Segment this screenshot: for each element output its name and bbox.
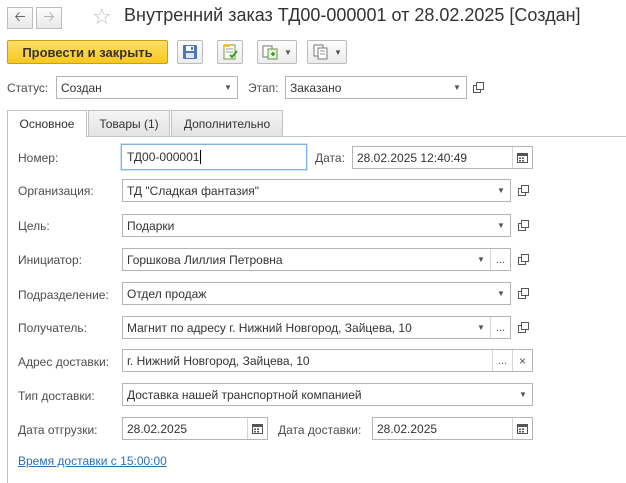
- delivery-date-value: 28.02.2025: [377, 421, 438, 436]
- print-forms-icon: [313, 44, 328, 60]
- date-value: 28.02.2025 12:40:49: [357, 150, 468, 165]
- department-label: Подразделение:: [18, 288, 109, 302]
- goal-value: Подарки: [127, 218, 175, 233]
- date-input[interactable]: 28.02.2025 12:40:49: [352, 146, 533, 169]
- delivery-type-value: Доставка нашей транспортной компанией: [127, 387, 362, 402]
- chevron-down-icon[interactable]: ▼: [448, 77, 466, 98]
- stage-value: Заказано: [290, 80, 342, 95]
- arrow-right-icon: 🡢: [43, 8, 55, 24]
- close-icon: ×: [518, 353, 526, 368]
- open-window-icon: [472, 81, 484, 93]
- chevron-down-icon[interactable]: ▼: [514, 384, 532, 405]
- delivery-address-label: Адрес доставки:: [18, 355, 110, 369]
- forward-button[interactable]: 🡢: [36, 7, 62, 29]
- recipient-select[interactable]: Магнит по адресу г. Нижний Новгород, Зай…: [122, 316, 511, 339]
- initiator-select[interactable]: Горшкова Лиллия Петровна ▼ ...: [122, 248, 511, 271]
- organization-select[interactable]: ТД "Сладкая фантазия" ▼: [122, 179, 511, 202]
- open-goal-button[interactable]: [514, 216, 532, 234]
- delivery-date-label: Дата доставки:: [278, 423, 362, 437]
- open-stage-button[interactable]: [469, 78, 487, 96]
- stage-select[interactable]: Заказано ▼: [285, 76, 467, 99]
- select-more-button[interactable]: ...: [490, 317, 510, 338]
- recipient-value: Магнит по адресу г. Нижний Новгород, Зай…: [127, 320, 412, 335]
- number-label: Номер:: [18, 151, 59, 165]
- number-input[interactable]: ТД00-000001: [121, 144, 307, 170]
- window-title: Внутренний заказ ТД00-000001 от 28.02.20…: [124, 5, 581, 25]
- initiator-label: Инициатор:: [18, 253, 82, 267]
- calendar-button[interactable]: [247, 418, 267, 439]
- goal-select[interactable]: Подарки ▼: [122, 214, 511, 237]
- delivery-date-input[interactable]: 28.02.2025: [372, 417, 533, 440]
- open-window-icon: [517, 184, 529, 196]
- ship-date-input[interactable]: 28.02.2025: [122, 417, 268, 440]
- open-window-icon: [517, 287, 529, 299]
- print-button[interactable]: ▼: [307, 40, 347, 64]
- chevron-down-icon[interactable]: ▼: [492, 215, 510, 236]
- calendar-button[interactable]: [512, 418, 532, 439]
- open-department-button[interactable]: [514, 284, 532, 302]
- create-based-on-button[interactable]: ▼: [257, 40, 297, 64]
- chevron-down-icon: ▼: [334, 47, 342, 57]
- tab-additional[interactable]: Дополнительно: [171, 110, 283, 136]
- ship-date-label: Дата отгрузки:: [18, 423, 98, 437]
- calendar-icon: [517, 424, 528, 434]
- open-window-icon: [517, 253, 529, 265]
- delivery-address-input[interactable]: г. Нижний Новгород, Зайцева, 10 ... ×: [122, 349, 533, 372]
- favorite-star-icon[interactable]: ☆: [92, 4, 112, 30]
- open-recipient-button[interactable]: [514, 318, 532, 336]
- open-window-icon: [517, 321, 529, 333]
- open-initiator-button[interactable]: [514, 250, 532, 268]
- chevron-down-icon[interactable]: ▼: [492, 180, 510, 201]
- post-button[interactable]: [217, 40, 243, 64]
- calendar-icon: [517, 153, 528, 163]
- initiator-value: Горшкова Лиллия Петровна: [127, 252, 283, 267]
- chevron-down-icon[interactable]: ▼: [492, 283, 510, 304]
- calendar-button[interactable]: [512, 147, 532, 168]
- recipient-label: Получатель:: [18, 321, 87, 335]
- goal-label: Цель:: [18, 219, 50, 233]
- chevron-down-icon[interactable]: ▼: [219, 77, 237, 98]
- document-post-icon: [223, 44, 238, 60]
- post-and-close-button[interactable]: Провести и закрыть: [7, 40, 168, 64]
- open-window-icon: [517, 219, 529, 231]
- delivery-time-link[interactable]: Время доставки с 15:00:00: [18, 454, 167, 468]
- floppy-disk-icon: [183, 45, 197, 59]
- chevron-down-icon[interactable]: ▼: [472, 317, 490, 338]
- delivery-type-label: Тип доставки:: [18, 389, 95, 403]
- delivery-address-value: г. Нижний Новгород, Зайцева, 10: [127, 353, 310, 368]
- chevron-down-icon[interactable]: ▼: [472, 249, 490, 270]
- organization-value: ТД "Сладкая фантазия": [127, 183, 260, 198]
- number-value: ТД00-000001: [127, 149, 200, 164]
- open-organization-button[interactable]: [514, 181, 532, 199]
- back-button[interactable]: 🡠: [7, 7, 33, 29]
- save-button[interactable]: [177, 40, 203, 64]
- department-select[interactable]: Отдел продаж ▼: [122, 282, 511, 305]
- calendar-icon: [252, 424, 263, 434]
- select-more-button[interactable]: ...: [492, 350, 512, 371]
- organization-label: Организация:: [18, 184, 94, 198]
- clear-button[interactable]: ×: [512, 350, 532, 371]
- status-label: Статус:: [7, 81, 49, 95]
- tab-main[interactable]: Основное: [7, 110, 87, 137]
- department-value: Отдел продаж: [127, 286, 207, 301]
- tab-goods[interactable]: Товары (1): [88, 110, 170, 136]
- create-based-on-icon: [262, 45, 278, 60]
- date-label: Дата:: [315, 151, 345, 165]
- select-more-button[interactable]: ...: [490, 249, 510, 270]
- chevron-down-icon: ▼: [284, 47, 292, 57]
- delivery-type-select[interactable]: Доставка нашей транспортной компанией ▼: [122, 383, 533, 406]
- status-value: Создан: [61, 80, 102, 95]
- ship-date-value: 28.02.2025: [127, 421, 188, 436]
- status-select[interactable]: Создан ▼: [56, 76, 238, 99]
- arrow-left-icon: 🡠: [14, 8, 26, 24]
- stage-label: Этап:: [248, 81, 279, 95]
